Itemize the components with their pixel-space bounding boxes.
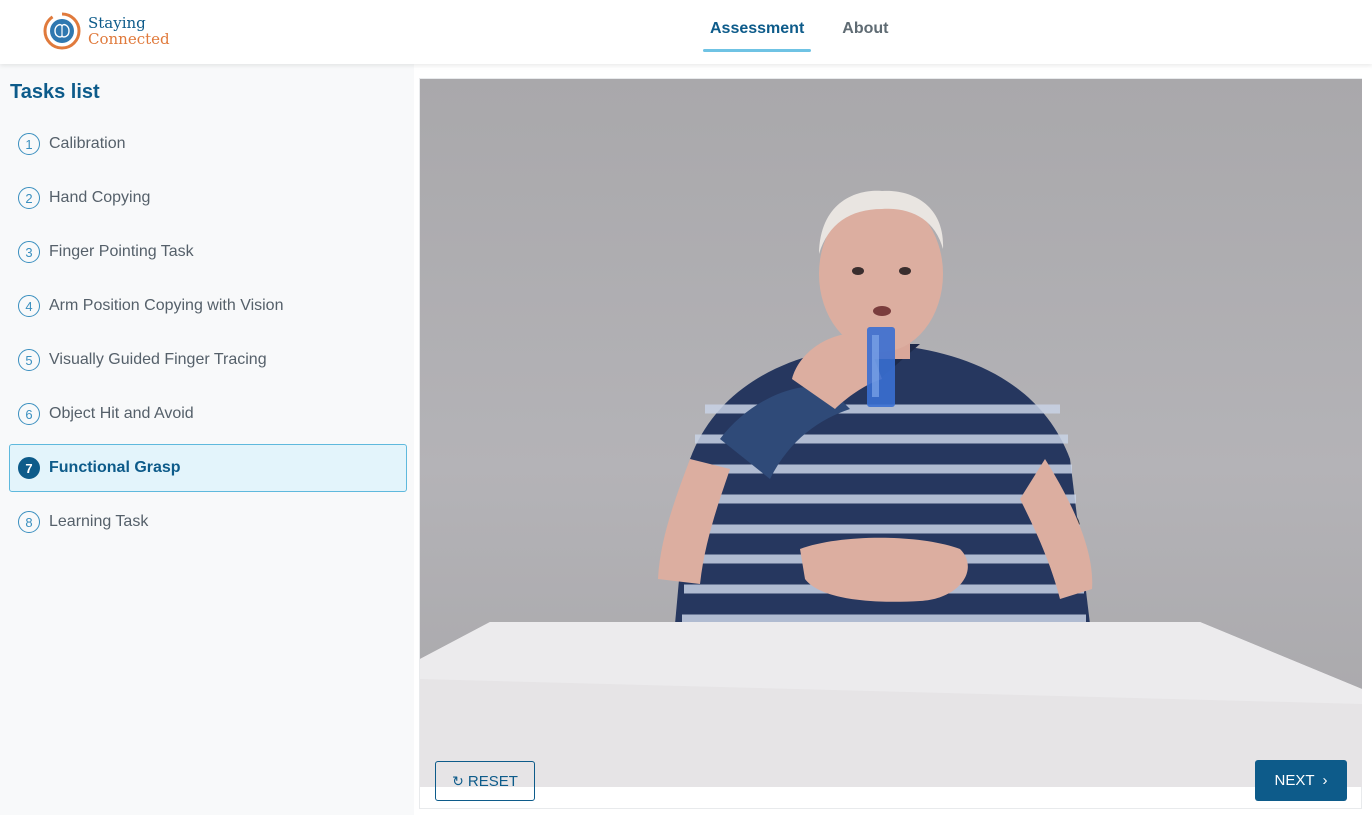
task-label: Visually Guided Finger Tracing bbox=[49, 351, 267, 368]
task-number-badge: 4 bbox=[18, 295, 40, 317]
top-header: Staying Connected Assessment About bbox=[0, 0, 1372, 64]
task-number-badge: 7 bbox=[18, 457, 40, 479]
task-number-badge: 8 bbox=[18, 511, 40, 533]
main-nav: Assessment About bbox=[700, 0, 916, 64]
task-label: Finger Pointing Task bbox=[49, 243, 194, 260]
reset-button-label: RESET bbox=[467, 772, 518, 790]
task-item-object-hit-avoid[interactable]: 6 Object Hit and Avoid bbox=[9, 390, 407, 438]
task-label: Object Hit and Avoid bbox=[49, 405, 194, 422]
video-frame-person bbox=[420, 190, 1362, 787]
next-button[interactable]: NEXT › bbox=[1255, 760, 1347, 801]
task-number-badge: 5 bbox=[18, 349, 40, 371]
next-button-label: NEXT bbox=[1274, 772, 1315, 789]
task-item-calibration[interactable]: 1 Calibration bbox=[9, 120, 407, 168]
task-number-badge: 1 bbox=[18, 133, 40, 155]
task-number-badge: 6 bbox=[18, 403, 40, 425]
task-item-arm-position-copying[interactable]: 4 Arm Position Copying with Vision bbox=[9, 282, 407, 330]
task-item-hand-copying[interactable]: 2 Hand Copying bbox=[9, 174, 407, 222]
task-item-finger-pointing[interactable]: 3 Finger Pointing Task bbox=[9, 228, 407, 276]
task-label: Hand Copying bbox=[49, 189, 151, 206]
refresh-icon: ↻ bbox=[452, 772, 464, 789]
logo-line-2: Connected bbox=[88, 30, 170, 48]
app-logo[interactable]: Staying Connected bbox=[42, 11, 170, 51]
task-label: Learning Task bbox=[49, 513, 149, 530]
task-number-badge: 2 bbox=[18, 187, 40, 209]
logo-line-1: Staying bbox=[88, 14, 146, 32]
task-item-finger-tracing[interactable]: 5 Visually Guided Finger Tracing bbox=[9, 336, 407, 384]
task-label: Arm Position Copying with Vision bbox=[49, 297, 284, 314]
task-item-functional-grasp[interactable]: 7 Functional Grasp bbox=[9, 444, 407, 492]
task-video[interactable] bbox=[420, 79, 1362, 787]
task-list: 1 Calibration 2 Hand Copying 3 Finger Po… bbox=[9, 120, 407, 552]
tasks-list-title: Tasks list bbox=[10, 81, 100, 103]
task-label: Functional Grasp bbox=[49, 459, 181, 476]
logo-text: Staying Connected bbox=[88, 15, 170, 47]
tab-about[interactable]: About bbox=[832, 0, 898, 52]
task-item-learning-task[interactable]: 8 Learning Task bbox=[9, 498, 407, 546]
brain-logo-icon bbox=[43, 12, 81, 50]
chevron-right-icon: › bbox=[1322, 772, 1328, 789]
task-panel: ↻ RESET NEXT › bbox=[419, 78, 1362, 809]
task-label: Calibration bbox=[49, 135, 126, 152]
reset-button[interactable]: ↻ RESET bbox=[435, 761, 535, 801]
tasks-sidebar: Tasks list 1 Calibration 2 Hand Copying … bbox=[0, 64, 414, 815]
task-number-badge: 3 bbox=[18, 241, 40, 263]
tab-assessment[interactable]: Assessment bbox=[700, 0, 814, 52]
